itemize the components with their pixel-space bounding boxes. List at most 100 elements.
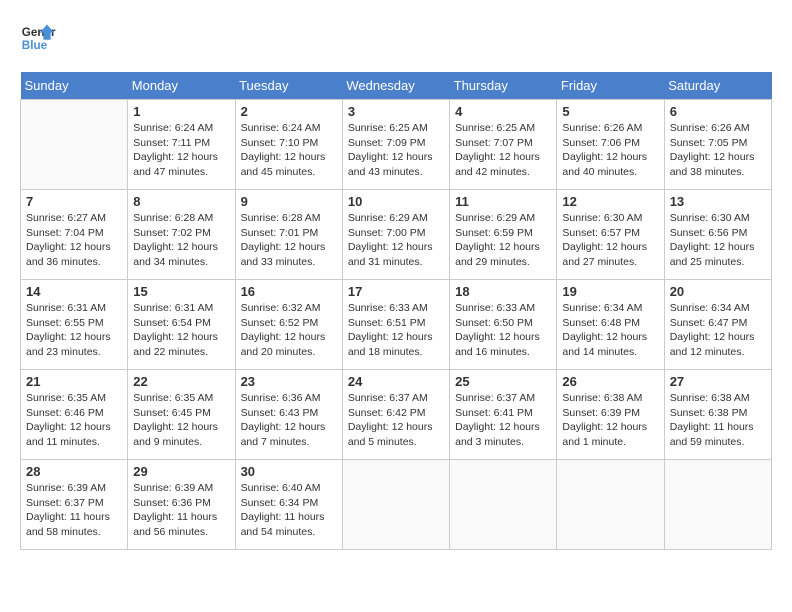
day-of-week-header: Friday	[557, 72, 664, 100]
day-info: Sunrise: 6:30 AM Sunset: 6:57 PM Dayligh…	[562, 211, 658, 270]
calendar-cell: 11Sunrise: 6:29 AM Sunset: 6:59 PM Dayli…	[450, 190, 557, 280]
calendar-cell: 1 Sunrise: 6:24 AM Sunset: 7:11 PM Daylig…	[128, 100, 235, 190]
day-info: Sunrise: 6:30 AM Sunset: 6:56 PM Dayligh…	[670, 211, 766, 270]
day-number: 20	[670, 284, 766, 299]
day-info: Sunrise: 6:36 AM Sunset: 6:43 PM Dayligh…	[241, 391, 337, 450]
day-info: Sunrise: 6:35 AM Sunset: 6:46 PM Dayligh…	[26, 391, 122, 450]
day-number: 19	[562, 284, 658, 299]
svg-text:General: General	[22, 26, 56, 39]
calendar-cell	[21, 100, 128, 190]
day-number: 29	[133, 464, 229, 479]
day-info: Sunrise: 6:24 AM Sunset: 7:11 PM Dayligh…	[133, 121, 229, 180]
logo-icon: General Blue	[20, 20, 56, 56]
calendar-cell: 22 Sunrise: 6:35 AM Sunset: 6:45 PM Dayli…	[128, 370, 235, 460]
day-info: Sunrise: 6:40 AM Sunset: 6:34 PM Dayligh…	[241, 481, 337, 540]
day-number: 12	[562, 194, 658, 209]
day-number: 3	[348, 104, 444, 119]
calendar-cell: 7 Sunrise: 6:27 AM Sunset: 7:04 PM Daylig…	[21, 190, 128, 280]
calendar-cell: 25Sunrise: 6:37 AM Sunset: 6:41 PM Dayli…	[450, 370, 557, 460]
page-header: General Blue	[20, 20, 772, 56]
day-number: 2	[241, 104, 337, 119]
day-of-week-header: Saturday	[664, 72, 771, 100]
calendar-cell: 23 Sunrise: 6:36 AM Sunset: 6:43 PM Dayli…	[235, 370, 342, 460]
calendar-cell: 20Sunrise: 6:34 AM Sunset: 6:47 PM Dayli…	[664, 280, 771, 370]
calendar-cell: 9 Sunrise: 6:28 AM Sunset: 7:01 PM Daylig…	[235, 190, 342, 280]
svg-text:Blue: Blue	[22, 39, 48, 52]
calendar-table: SundayMondayTuesdayWednesdayThursdayFrid…	[20, 72, 772, 550]
day-number: 18	[455, 284, 551, 299]
day-number: 23	[241, 374, 337, 389]
day-info: Sunrise: 6:25 AM Sunset: 7:09 PM Dayligh…	[348, 121, 444, 180]
day-info: Sunrise: 6:37 AM Sunset: 6:42 PM Dayligh…	[348, 391, 444, 450]
day-number: 21	[26, 374, 122, 389]
day-number: 17	[348, 284, 444, 299]
day-number: 22	[133, 374, 229, 389]
calendar-cell: 24 Sunrise: 6:37 AM Sunset: 6:42 PM Dayli…	[342, 370, 449, 460]
day-info: Sunrise: 6:39 AM Sunset: 6:36 PM Dayligh…	[133, 481, 229, 540]
day-number: 9	[241, 194, 337, 209]
calendar-week-row: 14 Sunrise: 6:31 AM Sunset: 6:55 PM Dayli…	[21, 280, 772, 370]
calendar-cell: 5Sunrise: 6:26 AM Sunset: 7:06 PM Daylig…	[557, 100, 664, 190]
day-number: 10	[348, 194, 444, 209]
calendar-cell: 12 Sunrise: 6:30 AM Sunset: 6:57 PM Dayli…	[557, 190, 664, 280]
calendar-cell: 3 Sunrise: 6:25 AM Sunset: 7:09 PM Daylig…	[342, 100, 449, 190]
day-number: 6	[670, 104, 766, 119]
calendar-cell: 2 Sunrise: 6:24 AM Sunset: 7:10 PM Daylig…	[235, 100, 342, 190]
calendar-cell: 27 Sunrise: 6:38 AM Sunset: 6:38 PM Dayli…	[664, 370, 771, 460]
day-info: Sunrise: 6:29 AM Sunset: 7:00 PM Dayligh…	[348, 211, 444, 270]
day-number: 4	[455, 104, 551, 119]
calendar-week-row: 1 Sunrise: 6:24 AM Sunset: 7:11 PM Daylig…	[21, 100, 772, 190]
day-number: 30	[241, 464, 337, 479]
day-number: 24	[348, 374, 444, 389]
day-number: 27	[670, 374, 766, 389]
day-number: 7	[26, 194, 122, 209]
day-info: Sunrise: 6:24 AM Sunset: 7:10 PM Dayligh…	[241, 121, 337, 180]
calendar-cell: 17Sunrise: 6:33 AM Sunset: 6:51 PM Dayli…	[342, 280, 449, 370]
calendar-cell: 18 Sunrise: 6:33 AM Sunset: 6:50 PM Dayli…	[450, 280, 557, 370]
day-number: 16	[241, 284, 337, 299]
calendar-cell	[450, 460, 557, 550]
calendar-cell: 13 Sunrise: 6:30 AM Sunset: 6:56 PM Dayli…	[664, 190, 771, 280]
day-info: Sunrise: 6:26 AM Sunset: 7:05 PM Dayligh…	[670, 121, 766, 180]
calendar-header-row: SundayMondayTuesdayWednesdayThursdayFrid…	[21, 72, 772, 100]
calendar-week-row: 28 Sunrise: 6:39 AM Sunset: 6:37 PM Dayli…	[21, 460, 772, 550]
day-number: 26	[562, 374, 658, 389]
day-info: Sunrise: 6:35 AM Sunset: 6:45 PM Dayligh…	[133, 391, 229, 450]
calendar-cell: 10 Sunrise: 6:29 AM Sunset: 7:00 PM Dayli…	[342, 190, 449, 280]
day-of-week-header: Wednesday	[342, 72, 449, 100]
calendar-week-row: 21 Sunrise: 6:35 AM Sunset: 6:46 PM Dayli…	[21, 370, 772, 460]
day-info: Sunrise: 6:31 AM Sunset: 6:55 PM Dayligh…	[26, 301, 122, 360]
day-number: 28	[26, 464, 122, 479]
day-info: Sunrise: 6:28 AM Sunset: 7:01 PM Dayligh…	[241, 211, 337, 270]
calendar-cell	[557, 460, 664, 550]
day-info: Sunrise: 6:27 AM Sunset: 7:04 PM Dayligh…	[26, 211, 122, 270]
day-info: Sunrise: 6:39 AM Sunset: 6:37 PM Dayligh…	[26, 481, 122, 540]
day-number: 14	[26, 284, 122, 299]
day-of-week-header: Monday	[128, 72, 235, 100]
day-of-week-header: Tuesday	[235, 72, 342, 100]
day-info: Sunrise: 6:32 AM Sunset: 6:52 PM Dayligh…	[241, 301, 337, 360]
day-info: Sunrise: 6:33 AM Sunset: 6:50 PM Dayligh…	[455, 301, 551, 360]
day-number: 13	[670, 194, 766, 209]
day-info: Sunrise: 6:25 AM Sunset: 7:07 PM Dayligh…	[455, 121, 551, 180]
day-number: 11	[455, 194, 551, 209]
day-info: Sunrise: 6:28 AM Sunset: 7:02 PM Dayligh…	[133, 211, 229, 270]
calendar-cell	[342, 460, 449, 550]
day-number: 25	[455, 374, 551, 389]
day-number: 1	[133, 104, 229, 119]
calendar-cell: 19 Sunrise: 6:34 AM Sunset: 6:48 PM Dayli…	[557, 280, 664, 370]
calendar-cell	[664, 460, 771, 550]
calendar-cell: 14 Sunrise: 6:31 AM Sunset: 6:55 PM Dayli…	[21, 280, 128, 370]
day-number: 15	[133, 284, 229, 299]
logo: General Blue	[20, 20, 56, 56]
calendar-cell: 8Sunrise: 6:28 AM Sunset: 7:02 PM Daylig…	[128, 190, 235, 280]
day-info: Sunrise: 6:38 AM Sunset: 6:38 PM Dayligh…	[670, 391, 766, 450]
calendar-cell: 28 Sunrise: 6:39 AM Sunset: 6:37 PM Dayli…	[21, 460, 128, 550]
calendar-cell: 16 Sunrise: 6:32 AM Sunset: 6:52 PM Dayli…	[235, 280, 342, 370]
day-info: Sunrise: 6:31 AM Sunset: 6:54 PM Dayligh…	[133, 301, 229, 360]
day-info: Sunrise: 6:26 AM Sunset: 7:06 PM Dayligh…	[562, 121, 658, 180]
calendar-week-row: 7 Sunrise: 6:27 AM Sunset: 7:04 PM Daylig…	[21, 190, 772, 280]
day-info: Sunrise: 6:34 AM Sunset: 6:48 PM Dayligh…	[562, 301, 658, 360]
day-of-week-header: Thursday	[450, 72, 557, 100]
calendar-cell: 26Sunrise: 6:38 AM Sunset: 6:39 PM Dayli…	[557, 370, 664, 460]
